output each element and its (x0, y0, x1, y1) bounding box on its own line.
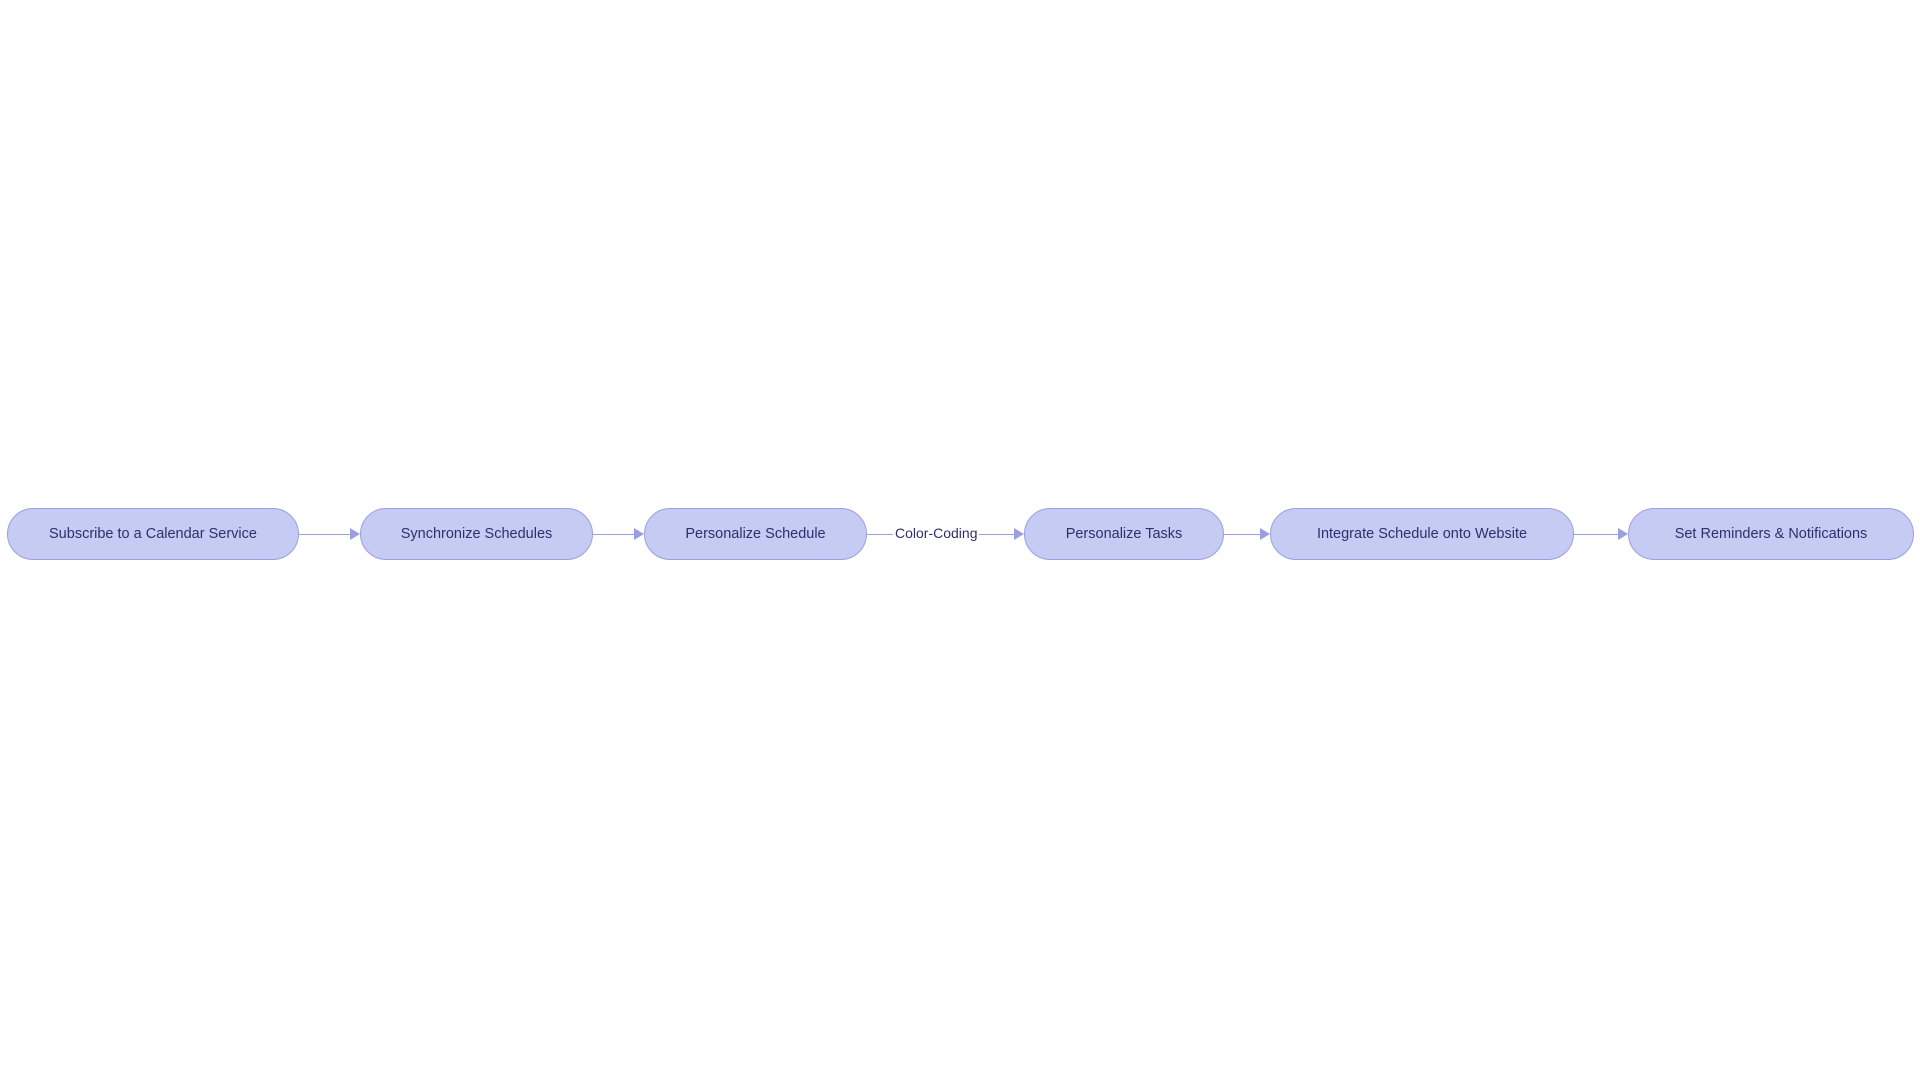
edge-3-4-arrow-icon (1014, 528, 1024, 540)
node-label: Personalize Tasks (1066, 526, 1183, 542)
edge-3-4-label: Color-Coding (893, 525, 979, 541)
node-personalize-schedule: Personalize Schedule (644, 508, 867, 560)
edge-1-2-arrow-icon (350, 528, 360, 540)
node-label: Integrate Schedule onto Website (1317, 526, 1527, 542)
diagram-canvas: Subscribe to a Calendar Service Synchron… (0, 0, 1920, 1080)
node-label: Set Reminders & Notifications (1675, 526, 1868, 542)
edge-2-3-line (593, 534, 634, 535)
node-label: Synchronize Schedules (401, 526, 553, 542)
edge-4-5-arrow-icon (1260, 528, 1270, 540)
node-integrate: Integrate Schedule onto Website (1270, 508, 1574, 560)
node-personalize-tasks: Personalize Tasks (1024, 508, 1224, 560)
node-label: Subscribe to a Calendar Service (49, 526, 257, 542)
node-subscribe: Subscribe to a Calendar Service (7, 508, 299, 560)
node-reminders: Set Reminders & Notifications (1628, 508, 1914, 560)
edge-5-6-arrow-icon (1618, 528, 1628, 540)
node-label: Personalize Schedule (685, 526, 825, 542)
edge-4-5-line (1224, 534, 1260, 535)
edge-1-2-line (299, 534, 350, 535)
edge-2-3-arrow-icon (634, 528, 644, 540)
node-synchronize: Synchronize Schedules (360, 508, 593, 560)
edge-5-6-line (1574, 534, 1618, 535)
